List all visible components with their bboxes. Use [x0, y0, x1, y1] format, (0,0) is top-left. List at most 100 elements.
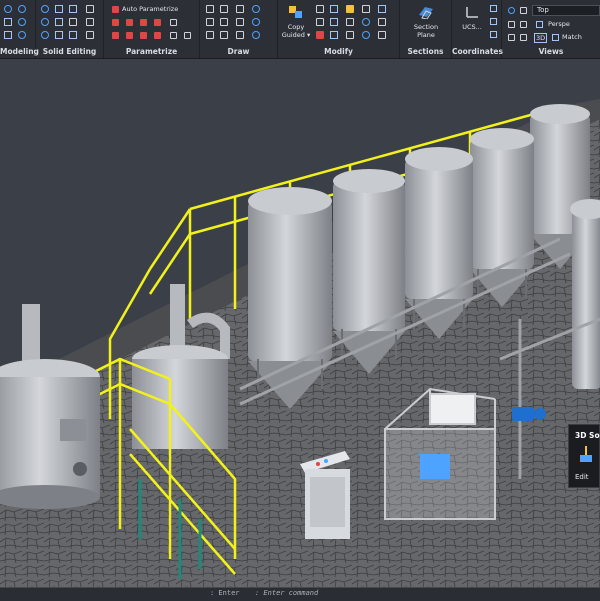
circle-icon[interactable] [252, 5, 260, 13]
shell-icon[interactable] [86, 18, 94, 26]
visual-style-icon[interactable] [520, 34, 527, 41]
view-3d-button[interactable]: 3D [534, 33, 548, 43]
angle-constraint-icon[interactable] [112, 32, 119, 39]
break-icon[interactable] [346, 31, 354, 39]
match-icon[interactable] [552, 34, 559, 41]
command-bar: : Enter : Enter command [0, 587, 600, 601]
arc-icon[interactable] [220, 5, 228, 13]
3d-viewport[interactable] [0, 59, 600, 587]
parametrize-label: Parametrize [125, 47, 178, 56]
pentagon-icon[interactable] [206, 31, 214, 39]
render-icon[interactable] [508, 34, 515, 41]
section-plane-icon [419, 7, 433, 19]
solid-editing-label: Solid Editing [42, 47, 97, 56]
offset-icon[interactable] [378, 5, 386, 13]
perpendicular-constraint-icon[interactable] [126, 19, 133, 26]
coordinates-group: UCS... Coordinates [452, 0, 503, 58]
parameters-manager-icon[interactable] [170, 32, 177, 39]
spline-icon[interactable] [236, 5, 244, 13]
views-group: Top Perspe 3D Match Views [502, 0, 600, 58]
popup-edit-button[interactable]: Edit [575, 473, 589, 481]
cylinder-icon[interactable] [18, 31, 26, 39]
copy-guided-button[interactable]: Copy Guided ▾ [282, 3, 310, 43]
join-icon[interactable] [362, 31, 370, 39]
named-views-icon[interactable] [508, 21, 515, 28]
explode-icon[interactable] [330, 31, 338, 39]
scale-icon[interactable] [346, 18, 354, 26]
extract-edges-icon[interactable] [69, 18, 77, 26]
line-icon[interactable] [220, 18, 228, 26]
popup-title: 3D Soli [575, 431, 600, 440]
region-icon[interactable] [236, 31, 244, 39]
eye-icon[interactable] [508, 7, 515, 14]
donut-icon[interactable] [252, 18, 260, 26]
modeling-label: Modeling [0, 47, 39, 56]
parametrize-group: Auto Parametrize Parametrize [104, 0, 200, 58]
ucs-world-icon[interactable] [490, 5, 497, 12]
tangent-constraint-icon[interactable] [140, 32, 147, 39]
slice-icon[interactable] [41, 18, 49, 26]
distance-constraint-icon[interactable] [170, 19, 177, 26]
perspective-toggle[interactable]: Perspe [548, 20, 570, 28]
command-input[interactable]: : Enter command [255, 589, 318, 597]
3d-solid-popup[interactable]: 3D Soli Edit [568, 424, 600, 488]
sphere-icon[interactable] [4, 5, 12, 13]
fix-constraint-icon[interactable] [154, 19, 161, 26]
wedge-icon[interactable] [4, 31, 12, 39]
fermenter-tank-7 [570, 199, 600, 389]
array-icon[interactable] [378, 18, 386, 26]
move-icon[interactable] [316, 5, 324, 13]
show-constraints-icon[interactable] [184, 32, 191, 39]
view-name-select[interactable]: Top [532, 5, 600, 16]
fermenter-tank-3 [333, 169, 405, 374]
ribbon-toolbar: Modeling Solid Editing Auto Parametrize … [0, 0, 600, 59]
ucs-icon [466, 7, 478, 18]
polyline-icon[interactable] [206, 5, 214, 13]
modify-label: Modify [324, 47, 353, 56]
interfere-icon[interactable] [41, 31, 49, 39]
fillet-icon[interactable] [362, 18, 370, 26]
intersect-icon[interactable] [69, 5, 77, 13]
ucs-object-icon[interactable] [490, 31, 497, 38]
torus-icon[interactable] [18, 5, 26, 13]
ellipse-icon[interactable] [252, 31, 260, 39]
concentric-constraint-icon[interactable] [154, 32, 161, 39]
sections-group: Section Plane Sections [400, 0, 452, 58]
coincident-constraint-icon[interactable] [140, 19, 147, 26]
fillet-edge-icon[interactable] [86, 5, 94, 13]
match-view-button[interactable]: Match [562, 33, 582, 41]
modeling-group: Modeling [0, 0, 39, 58]
helix-icon[interactable] [206, 18, 214, 26]
polygon-icon[interactable] [220, 31, 228, 39]
section-plane-label-1: Section [413, 23, 439, 31]
auto-parametrize-button[interactable]: Auto Parametrize [122, 5, 178, 13]
stretch-icon[interactable] [346, 5, 354, 13]
rectangle-icon[interactable] [236, 18, 244, 26]
draw-label: Draw [227, 47, 250, 56]
mirror-icon[interactable] [330, 18, 338, 26]
parallel-constraint-icon[interactable] [112, 19, 119, 26]
perspective-icon[interactable] [536, 21, 543, 28]
separate-icon[interactable] [69, 31, 77, 39]
camera-icon[interactable] [520, 21, 527, 28]
trim-icon[interactable] [362, 5, 370, 13]
radius-constraint-icon[interactable] [126, 32, 133, 39]
copy-icon[interactable] [330, 5, 338, 13]
section-plane-button[interactable]: Section Plane [412, 3, 440, 43]
erase-icon[interactable] [316, 31, 324, 39]
auto-parametrize-icon[interactable] [112, 6, 119, 13]
union-icon[interactable] [41, 5, 49, 13]
subtract-icon[interactable] [55, 5, 63, 13]
imprint-icon[interactable] [55, 31, 63, 39]
cone-icon[interactable] [18, 18, 26, 26]
align-icon[interactable] [378, 31, 386, 39]
view-cube-icon[interactable] [520, 7, 527, 14]
rotate-icon[interactable] [316, 18, 324, 26]
ucs-previous-icon[interactable] [490, 18, 497, 25]
ucs-button[interactable]: UCS... [458, 3, 486, 43]
box-icon[interactable] [4, 18, 12, 26]
solid-editing-group: Solid Editing [36, 0, 104, 58]
thicken-icon[interactable] [55, 18, 63, 26]
clean-icon[interactable] [86, 31, 94, 39]
sections-label: Sections [407, 47, 444, 56]
